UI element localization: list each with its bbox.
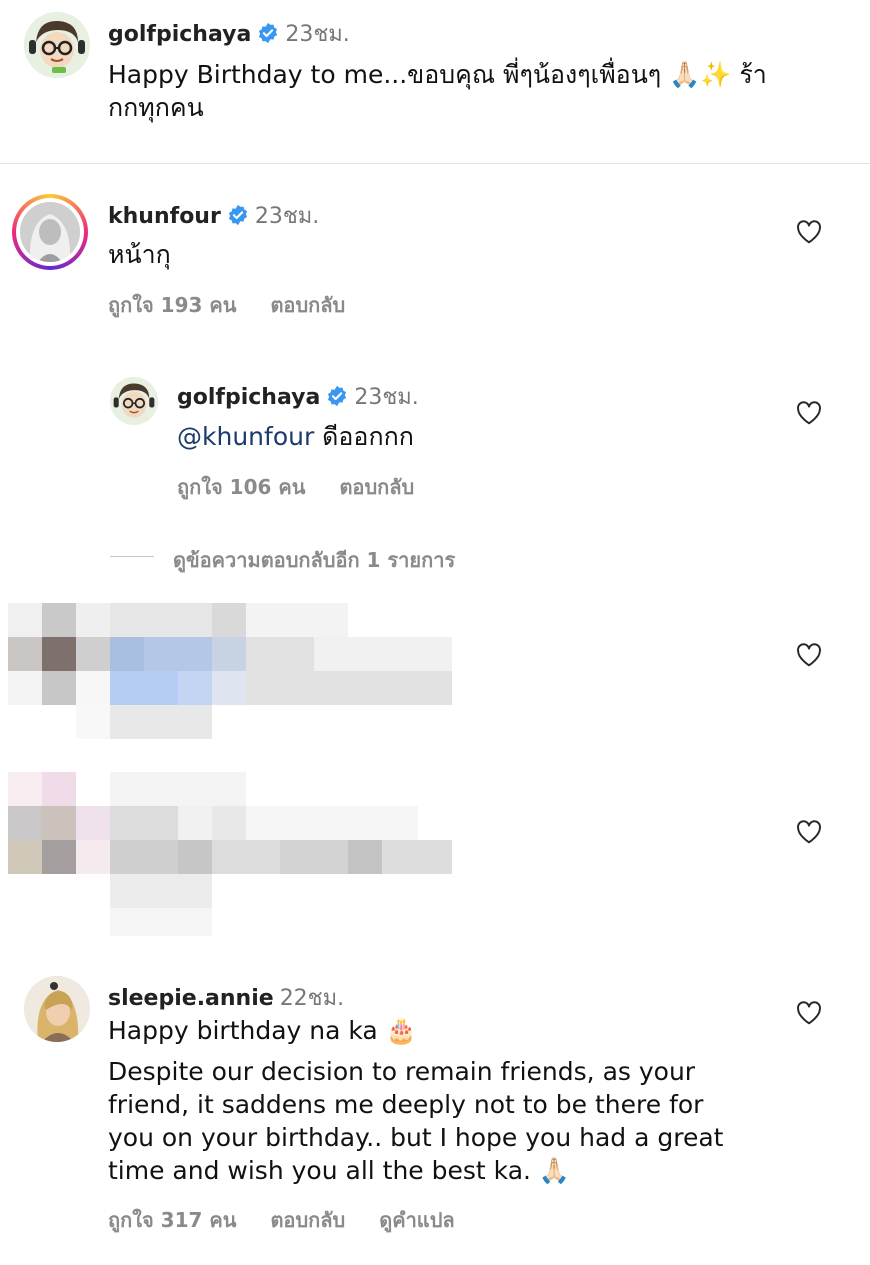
post-caption-line: กกทุกคน [108,93,204,122]
avatar[interactable] [110,377,158,425]
comment-text: หน้ากุ [108,240,171,269]
avatar [20,202,80,262]
comment-text-line: time and wish you all the best ka. 🙏🏻 [108,1156,571,1185]
comment-text-line: you on your birthday.. but I hope you ha… [108,1123,724,1152]
post-caption: Happy Birthday to me...ขอบคุณ พี่ๆน้องๆเ… [108,58,838,124]
comment-time: 23ชม. [254,204,320,229]
verified-badge-icon [228,204,247,226]
reply-button[interactable]: ตอบกลับ [270,293,345,317]
like-count[interactable]: ถูกใจ 193 คน [108,293,236,317]
comment-text: Happy birthday na ka 🎂 Despite our decis… [108,1014,788,1187]
reply-username-row: golfpichaya 23ชม. [177,379,419,414]
heart-icon[interactable] [796,643,822,667]
comment-username-row: sleepie.annie 22ชม. [108,980,344,1015]
cartoon-avatar-icon [24,12,90,78]
divider [0,163,870,164]
comment-username[interactable]: sleepie.annie [108,986,274,1011]
comment-text-line: Despite our decision to remain friends, … [108,1057,696,1086]
like-count[interactable]: ถูกใจ 106 คน [177,475,305,499]
cartoon-avatar-icon [110,377,158,425]
mention-link[interactable]: @khunfour [177,422,314,451]
avatar-story-ring[interactable] [12,194,88,270]
heart-icon[interactable] [796,820,822,844]
comment-meta: ถูกใจ 193 คน ตอบกลับ [108,289,379,321]
blurred-comment [8,772,452,936]
verified-badge-icon [259,22,278,44]
heart-icon[interactable] [796,220,822,244]
view-more-replies[interactable]: ดูข้อความตอบกลับอีก 1 รายการ [173,544,455,576]
post-username-row: golfpichaya 23ชม. [108,16,350,51]
post-username[interactable]: golfpichaya [108,22,251,47]
avatar[interactable] [24,12,90,78]
comment-username-row: khunfour 23ชม. [108,198,319,233]
comment-meta: ถูกใจ 317 คน ตอบกลับ ดูคำแปล [108,1204,489,1236]
comment-text-line: friend, it saddens me deeply not to be t… [108,1090,704,1119]
post-time: 23ชม. [285,22,350,47]
see-translation-button[interactable]: ดูคำแปล [379,1208,454,1232]
avatar[interactable] [24,976,90,1042]
reply-text: @khunfour ดีออกกก [177,420,414,453]
reply-time: 23ชม. [354,385,419,410]
reply-button[interactable]: ตอบกลับ [339,475,414,499]
heart-icon[interactable] [796,401,822,425]
verified-badge-icon [328,385,347,407]
comment-time: 22ชม. [279,986,345,1011]
reply-button[interactable]: ตอบกลับ [270,1208,345,1232]
person-photo-icon [24,976,90,1042]
like-count[interactable]: ถูกใจ 317 คน [108,1208,236,1232]
blurred-comment [8,603,452,739]
heart-icon[interactable] [796,1001,822,1025]
view-replies-line [110,556,154,557]
reply-text-body: ดีออกกก [314,422,414,451]
post-caption-line: Happy Birthday to me...ขอบคุณ พี่ๆน้องๆเ… [108,60,767,89]
comment-text-line: Happy birthday na ka 🎂 [108,1016,417,1045]
reply-username[interactable]: golfpichaya [177,385,320,410]
reply-meta: ถูกใจ 106 คน ตอบกลับ [177,471,448,503]
comment-username[interactable]: khunfour [108,204,221,229]
person-photo-icon [20,202,80,262]
